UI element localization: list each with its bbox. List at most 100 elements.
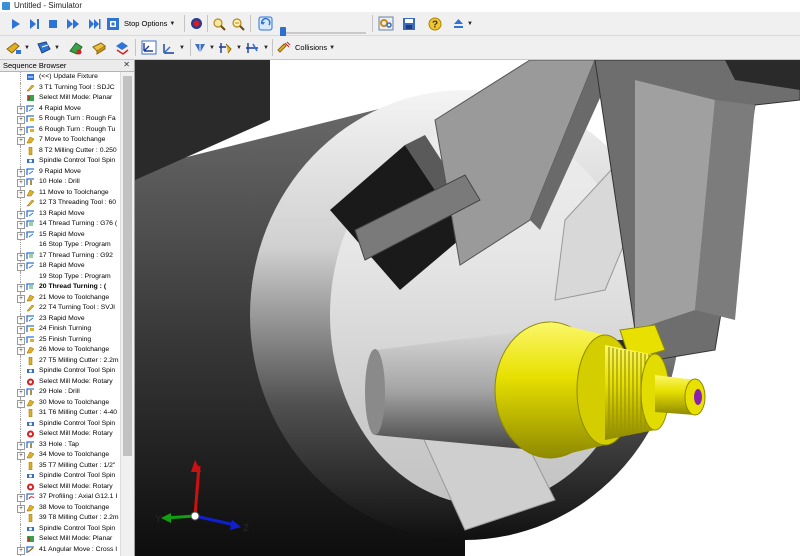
sequence-item[interactable]: +25 Finish Turning (0, 334, 120, 345)
sequence-item[interactable]: (<<) Update Fixture (0, 72, 120, 83)
sequence-item[interactable]: Select Mill Mode: Rotary (0, 481, 120, 492)
expand-icon[interactable]: + (17, 441, 25, 450)
vertical-scrollbar[interactable] (120, 72, 134, 556)
expand-icon[interactable]: + (17, 284, 25, 292)
sequence-item[interactable]: 22 T4 Turning Tool : SVJI (0, 303, 120, 314)
simulation-viewport[interactable]: X Y Z (135, 60, 800, 556)
sequence-item[interactable]: Spindle Control Tool Spin (0, 366, 120, 377)
expand-icon[interactable]: + (17, 494, 25, 502)
expand-icon[interactable]: + (17, 231, 25, 240)
save-icon[interactable] (400, 15, 418, 32)
expand-icon[interactable]: + (17, 504, 25, 513)
expand-icon[interactable]: + (17, 452, 25, 460)
sequence-item[interactable]: +24 Finish Turning (0, 324, 120, 335)
sequence-item[interactable]: +14 Thread Turning : G76 ( (0, 219, 120, 230)
settings-icon[interactable] (376, 15, 396, 32)
sequence-item[interactable]: 8 T2 Milling Cutter : 0.250 (0, 145, 120, 156)
show-holder-button[interactable]: ▼ (36, 39, 62, 56)
sequence-item[interactable]: +11 Move to Toolchange (0, 187, 120, 198)
sequence-item[interactable]: Spindle Control Tool Spin (0, 156, 120, 167)
sequence-item[interactable]: +38 Move to Toolchange (0, 502, 120, 513)
stop-options-dropdown[interactable]: Stop Options ▼ (106, 15, 182, 32)
sequence-item[interactable]: +10 Hole : Drill (0, 177, 120, 188)
sequence-item[interactable]: +6 Rough Turn : Rough Tu (0, 124, 120, 135)
expand-icon[interactable]: + (17, 252, 25, 261)
expand-icon[interactable]: + (17, 546, 25, 555)
expand-icon[interactable]: + (17, 294, 25, 303)
expand-icon[interactable]: + (17, 189, 25, 198)
zoom-in-icon[interactable] (211, 15, 227, 32)
sequence-item[interactable]: 3 T1 Turning Tool : SDJC (0, 82, 120, 93)
sequence-item[interactable]: 12 T3 Threading Tool : 60 (0, 198, 120, 209)
show-tool-button[interactable]: ▼ (6, 39, 32, 56)
sequence-item[interactable]: Spindle Control Tool Spin (0, 418, 120, 429)
sequence-item[interactable]: +13 Rapid Move (0, 208, 120, 219)
show-stock-icon[interactable] (89, 39, 109, 56)
collisions-dropdown[interactable]: Collisions ▼ (277, 39, 349, 56)
sequence-item[interactable]: Select Mill Mode: Planar (0, 534, 120, 545)
sequence-item[interactable]: +33 Hole : Tap (0, 439, 120, 450)
expand-icon[interactable]: + (17, 126, 25, 135)
expand-icon[interactable]: + (17, 263, 25, 271)
fast-forward-icon[interactable] (64, 15, 82, 32)
sequence-item[interactable]: 19 Stop Type : Program (0, 271, 120, 282)
show-part-icon[interactable] (112, 39, 132, 56)
sequence-item[interactable]: +29 Hole : Drill (0, 387, 120, 398)
sequence-item[interactable]: +9 Rapid Move (0, 166, 120, 177)
sequence-item[interactable]: +30 Move to Toolchange (0, 397, 120, 408)
sequence-item[interactable]: +7 Move to Toolchange (0, 135, 120, 146)
sequence-item[interactable]: Spindle Control Tool Spin (0, 471, 120, 482)
stop-icon[interactable] (45, 15, 61, 32)
sequence-item[interactable]: Select Mill Mode: Planar (0, 93, 120, 104)
expand-icon[interactable]: + (17, 179, 25, 187)
sequence-item[interactable]: +26 Move to Toolchange (0, 345, 120, 356)
view-axis-button[interactable]: ▼ (161, 39, 187, 56)
sequence-item[interactable]: 35 T7 Milling Cutter : 1/2" (0, 460, 120, 471)
sequence-item[interactable]: Spindle Control Tool Spin (0, 523, 120, 534)
step-icon[interactable] (26, 15, 42, 32)
expand-icon[interactable]: + (17, 116, 25, 124)
view-iso-icon[interactable] (139, 39, 159, 56)
sequence-item[interactable]: +41 Angular Move : Cross I (0, 544, 120, 555)
sequence-item[interactable]: +17 Thread Turning : G92 (0, 250, 120, 261)
expand-icon[interactable]: + (17, 315, 25, 324)
sequence-item[interactable]: Select Mill Mode: Rotary (0, 429, 120, 440)
close-icon[interactable]: ✕ (123, 60, 130, 69)
sequence-item[interactable]: +21 Move to Toolchange (0, 292, 120, 303)
sequence-item[interactable]: +4 Rapid Move (0, 103, 120, 114)
eject-button[interactable]: ▼ (452, 15, 480, 32)
sequence-item[interactable]: 31 T6 Milling Cutter : 4-40 (0, 408, 120, 419)
view-front-button[interactable]: ▼ (193, 39, 215, 56)
play-icon[interactable] (7, 15, 23, 32)
sequence-item[interactable]: +20 Thread Turning : ( (0, 282, 120, 293)
expand-icon[interactable]: + (17, 221, 25, 229)
expand-icon[interactable]: + (17, 336, 25, 345)
sequence-item[interactable]: 16 Stop Type : Program (0, 240, 120, 251)
record-icon[interactable] (188, 15, 204, 32)
expand-icon[interactable]: + (17, 389, 25, 397)
sequence-item[interactable]: +37 Profiling : Axial G12.1 I (0, 492, 120, 503)
sequence-item[interactable]: 27 T5 Milling Cutter : 2.2m (0, 355, 120, 366)
sequence-item[interactable]: Select Mill Mode: Rotary (0, 376, 120, 387)
expand-icon[interactable]: + (17, 347, 25, 355)
sequence-item[interactable]: +5 Rough Turn : Rough Fa (0, 114, 120, 125)
step-forward-icon[interactable] (86, 15, 103, 32)
sequence-item[interactable]: +15 Rapid Move (0, 229, 120, 240)
expand-icon[interactable]: + (17, 210, 25, 219)
show-fixture-icon[interactable] (66, 39, 86, 56)
sequence-item[interactable]: +18 Rapid Move (0, 261, 120, 272)
rotate-view-icon[interactable] (255, 15, 275, 32)
sequence-item[interactable]: +23 Rapid Move (0, 313, 120, 324)
help-icon[interactable]: ? (426, 15, 444, 32)
zoom-fit-icon[interactable] (230, 15, 246, 32)
expand-icon[interactable]: + (17, 168, 25, 177)
view-side-button[interactable]: ▼ (245, 39, 269, 56)
expand-icon[interactable]: + (17, 105, 25, 114)
expand-icon[interactable]: + (17, 137, 25, 145)
sequence-item[interactable]: 39 T8 Milling Cutter : 2.2m (0, 513, 120, 524)
speed-slider-track[interactable] (284, 32, 366, 34)
view-top-button[interactable]: ▼ (218, 39, 242, 56)
expand-icon[interactable]: + (17, 399, 25, 408)
scrollbar-thumb[interactable] (123, 76, 132, 456)
expand-icon[interactable]: + (17, 326, 25, 334)
